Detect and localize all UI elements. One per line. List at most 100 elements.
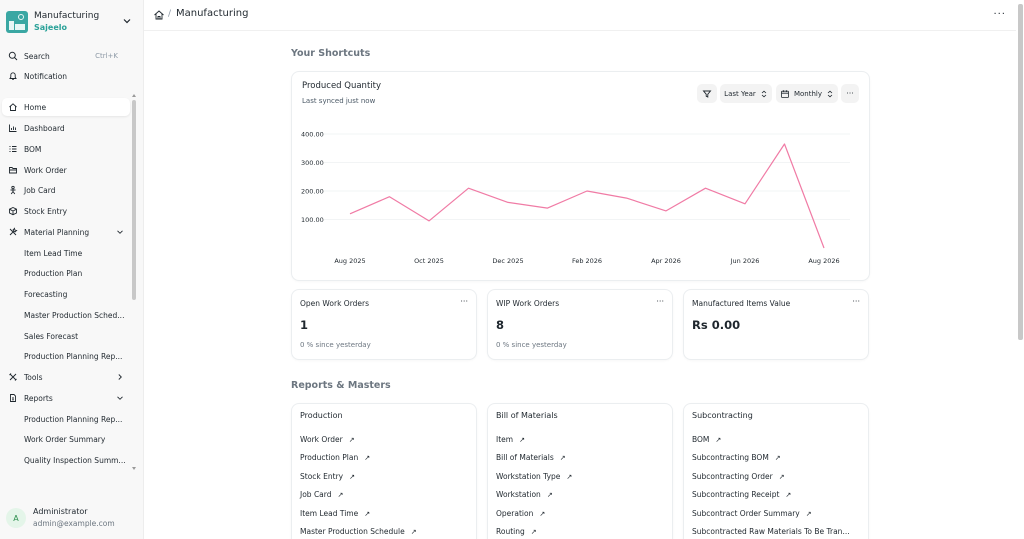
data-point[interactable] xyxy=(467,187,470,190)
link-label: Production Plan xyxy=(300,453,359,462)
sidebar-item-production-planning-report[interactable]: Production Planning Rep... xyxy=(2,347,130,365)
data-point[interactable] xyxy=(585,189,588,192)
period-select[interactable]: Last Year xyxy=(720,84,772,103)
link-label: Workstation Type xyxy=(496,472,561,481)
number-card-value: 1 xyxy=(300,318,309,332)
period-select-value: Last Year xyxy=(724,89,756,98)
data-point[interactable] xyxy=(625,197,628,200)
page-scrollbar[interactable] xyxy=(1018,4,1023,340)
bell-icon xyxy=(7,70,19,82)
chart-subtitle: Last synced just now xyxy=(302,97,376,105)
x-tick-label: Feb 2026 xyxy=(572,257,602,265)
sidebar-item-bom[interactable]: BOM xyxy=(2,140,130,158)
link-workstation[interactable]: Workstation ↗ xyxy=(496,490,553,499)
data-point[interactable] xyxy=(783,142,786,145)
calendar-icon xyxy=(781,89,789,98)
sidebar-item-home[interactable]: Home xyxy=(2,98,130,116)
data-point[interactable] xyxy=(704,187,707,190)
data-point[interactable] xyxy=(664,209,667,212)
search-button[interactable]: Search Ctrl+K xyxy=(2,47,130,65)
sidebar-scrollbar[interactable] xyxy=(132,100,136,300)
link-routing[interactable]: Routing ↗ xyxy=(496,527,537,536)
sidebar-item-dashboard[interactable]: Dashboard xyxy=(2,119,130,137)
sidebar-item-quality-inspection-summary[interactable]: Quality Inspection Summ... xyxy=(2,451,130,469)
sidebar-item-material-planning[interactable]: Material Planning xyxy=(2,223,130,241)
avatar: A xyxy=(6,508,26,528)
sidebar-item-reports[interactable]: Reports xyxy=(2,389,130,407)
arrow-up-right-icon: ↗ xyxy=(566,472,573,481)
link-stock-entry[interactable]: Stock Entry ↗ xyxy=(300,472,355,481)
filter-button[interactable] xyxy=(697,84,717,103)
interval-select[interactable]: Monthly xyxy=(776,84,838,103)
data-point[interactable] xyxy=(506,201,509,204)
sidebar-item-label: Sales Forecast xyxy=(24,331,79,341)
data-point[interactable] xyxy=(388,195,391,198)
user-menu[interactable]: A Administrator admin@example.com xyxy=(6,504,140,532)
number-card-wip-work-orders[interactable]: WIP Work Orders ··· 8 0 % since yesterda… xyxy=(487,289,673,360)
sidebar-item-sales-forecast[interactable]: Sales Forecast xyxy=(2,327,130,345)
link-bom[interactable]: BOM ↗ xyxy=(692,435,721,444)
scroll-up-arrow[interactable] xyxy=(132,94,136,97)
more-menu-icon[interactable]: ··· xyxy=(656,297,664,306)
link-subcontracted-raw-materials[interactable]: Subcontracted Raw Materials To Be Tran..… xyxy=(692,527,850,536)
chevron-down-icon xyxy=(123,19,131,24)
select-arrows-icon xyxy=(827,90,833,97)
data-point[interactable] xyxy=(822,246,825,249)
data-point[interactable] xyxy=(427,219,430,222)
sidebar-item-work-order[interactable]: Work Order xyxy=(2,161,130,179)
more-menu-icon[interactable]: ··· xyxy=(460,297,468,306)
workspace-switcher[interactable]: Manufacturing Sajeelo xyxy=(6,8,136,36)
chart-title: Produced Quantity xyxy=(302,81,381,91)
sidebar-item-tools[interactable]: Tools xyxy=(2,368,130,386)
filter-icon xyxy=(702,90,712,98)
sidebar-item-work-order-summary[interactable]: Work Order Summary xyxy=(2,430,130,448)
link-subcontracting-bom[interactable]: Subcontracting BOM ↗ xyxy=(692,453,781,462)
chart-card: Produced Quantity Last synced just now L… xyxy=(291,71,870,281)
link-job-card[interactable]: Job Card ↗ xyxy=(300,490,343,499)
link-item-lead-time[interactable]: Item Lead Time ↗ xyxy=(300,509,370,518)
sidebar-item-production-planning-report-2[interactable]: Production Planning Rep... xyxy=(2,410,130,428)
sidebar-item-master-production-schedule[interactable]: Master Production Sched... xyxy=(2,306,130,324)
link-production-plan[interactable]: Production Plan ↗ xyxy=(300,453,370,462)
more-menu-icon[interactable]: ··· xyxy=(993,9,1006,20)
home-icon[interactable] xyxy=(153,9,165,21)
notification-button[interactable]: Notification xyxy=(2,67,130,85)
link-workstation-type[interactable]: Workstation Type ↗ xyxy=(496,472,572,481)
number-card-open-work-orders[interactable]: Open Work Orders ··· 1 0 % since yesterd… xyxy=(291,289,477,360)
interval-select-value: Monthly xyxy=(793,89,823,98)
arrow-up-right-icon: ↗ xyxy=(530,527,537,536)
more-menu-icon[interactable]: ··· xyxy=(852,297,860,306)
sidebar-item-job-card[interactable]: Job Card xyxy=(2,181,130,199)
link-label: Work Order xyxy=(300,435,343,444)
data-point[interactable] xyxy=(546,207,549,210)
data-point[interactable] xyxy=(743,202,746,205)
person-icon xyxy=(7,184,19,196)
app-title: Manufacturing xyxy=(34,11,100,21)
chart-more-button[interactable]: ··· xyxy=(841,84,859,103)
data-point[interactable] xyxy=(348,212,351,215)
breadcrumb[interactable]: Manufacturing xyxy=(176,8,248,19)
link-card-title: Bill of Materials xyxy=(496,411,558,420)
arrow-up-right-icon: ↗ xyxy=(364,453,371,462)
sidebar-item-label: Material Planning xyxy=(24,227,90,237)
link-subcontracting-receipt[interactable]: Subcontracting Receipt ↗ xyxy=(692,490,791,499)
scroll-down-arrow[interactable] xyxy=(132,467,136,470)
link-bill-of-materials[interactable]: Bill of Materials ↗ xyxy=(496,453,566,462)
sidebar-item-stock-entry[interactable]: Stock Entry xyxy=(2,202,130,220)
number-card-title: Open Work Orders xyxy=(300,299,370,308)
link-label: Item Lead Time xyxy=(300,509,359,518)
link-label: Subcontract Order Summary xyxy=(692,509,800,518)
link-master-production-schedule[interactable]: Master Production Schedule ↗ xyxy=(300,527,417,536)
sidebar-item-item-lead-time[interactable]: Item Lead Time xyxy=(2,244,130,262)
link-operation[interactable]: Operation ↗ xyxy=(496,509,545,518)
link-subcontract-order-summary[interactable]: Subcontract Order Summary ↗ xyxy=(692,509,812,518)
link-label: Master Production Schedule xyxy=(300,527,405,536)
number-card-manufactured-items-value[interactable]: Manufactured Items Value ··· Rs 0.00 xyxy=(683,289,869,360)
sidebar-item-production-plan[interactable]: Production Plan xyxy=(2,264,130,282)
link-work-order[interactable]: Work Order ↗ xyxy=(300,435,355,444)
chevron-down-icon xyxy=(117,230,123,234)
link-subcontracting-order[interactable]: Subcontracting Order ↗ xyxy=(692,472,785,481)
sidebar-item-forecasting[interactable]: Forecasting xyxy=(2,285,130,303)
x-tick-label: Oct 2025 xyxy=(414,257,444,265)
link-item[interactable]: Item ↗ xyxy=(496,435,525,444)
